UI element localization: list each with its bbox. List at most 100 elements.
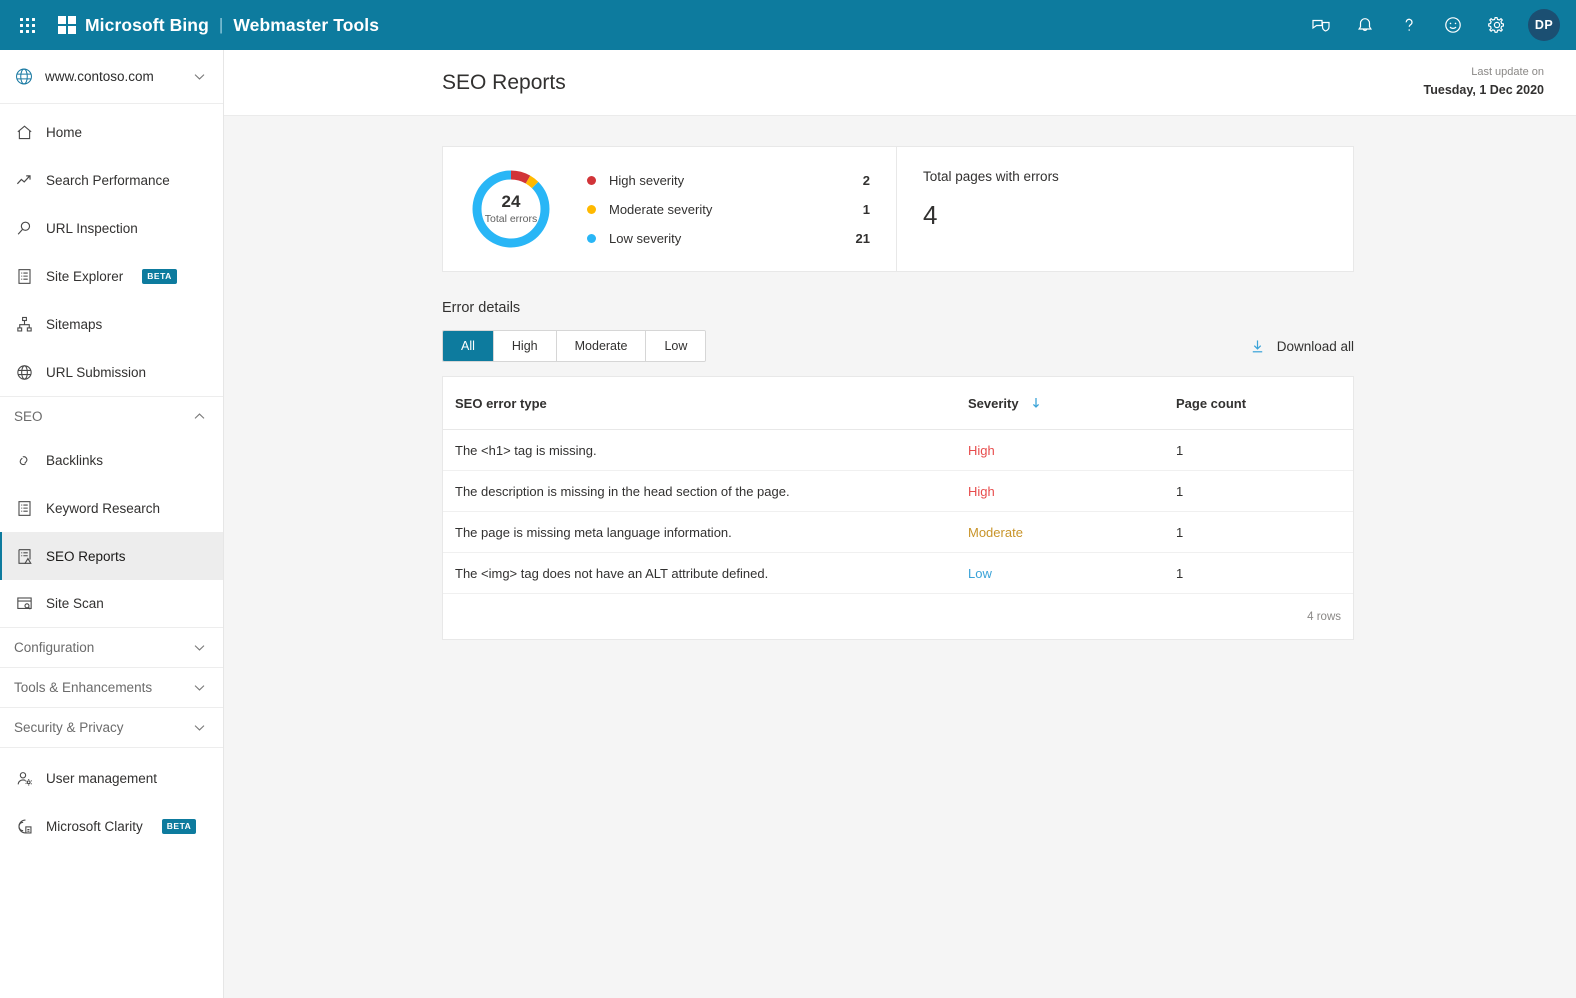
sidebar-item-site-scan[interactable]: Site Scan [0,580,223,628]
primary-nav: Home Search Performance URL Inspection S… [0,104,223,850]
help-icon[interactable] [1388,4,1430,46]
sidebar-item-keyword-research[interactable]: Keyword Research [0,484,223,532]
errors-donut-chart: 24 Total errors [469,167,553,251]
donut-svg [472,170,550,248]
beta-badge: BETA [142,268,177,284]
trend-line-icon [14,170,34,190]
gear-icon[interactable] [1476,4,1518,46]
table-row[interactable]: The description is missing in the head s… [443,471,1353,512]
clarity-icon [14,816,34,836]
waffle-icon [19,17,35,33]
home-icon [14,122,34,142]
sidebar-item-label: Sitemaps [46,316,103,332]
report-warning-icon [14,546,34,566]
avatar[interactable]: DP [1528,9,1560,41]
table-header-row: SEO error type Severity Page count [443,377,1353,430]
sidebar-item-label: User management [46,770,158,786]
top-app-bar: Microsoft Bing | Webmaster Tools DP [0,0,1576,50]
sidebar-item-search-performance[interactable]: Search Performance [0,156,223,204]
brand[interactable]: Microsoft Bing | Webmaster Tools [58,15,379,36]
sidebar-section-seo[interactable]: SEO [0,396,223,436]
sidebar-section-title: Tools & Enhancements [14,680,153,695]
table-row[interactable]: The page is missing meta language inform… [443,512,1353,553]
sidebar-item-label: SEO Reports [46,548,126,564]
filter-tab-all[interactable]: All [443,331,494,361]
sidebar-section-configuration[interactable]: Configuration [0,628,223,668]
sidebar-item-label: Keyword Research [46,500,161,516]
sitemap-icon [14,314,34,334]
sidebar-item-url-inspection[interactable]: URL Inspection [0,204,223,252]
sidebar-item-user-management[interactable]: User management [0,754,223,802]
table-row[interactable]: The <h1> tag is missing. High 1 [443,430,1353,471]
brand-bing-text: Microsoft Bing [85,14,209,35]
sidebar-section-security-privacy[interactable]: Security & Privacy [0,708,223,748]
column-header-severity-label: Severity [968,395,1019,411]
sidebar: www.contoso.com Home Search Performance … [0,50,224,998]
brand-separator: | [218,15,224,34]
app-launcher-button[interactable] [10,8,44,42]
chevron-down-icon [192,720,207,735]
cell-page-count: 1 [1176,442,1184,458]
sidebar-item-sitemaps[interactable]: Sitemaps [0,300,223,348]
sidebar-item-label: Microsoft Clarity [46,818,143,834]
filter-tab-low[interactable]: Low [646,331,706,361]
chevron-up-icon [192,409,207,424]
error-details-toolbar: All High Moderate Low Download all [442,330,1354,362]
scan-window-icon [14,594,34,614]
sidebar-item-label: Search Performance [46,172,170,188]
keyword-document-icon [14,498,34,518]
sidebar-item-label: Backlinks [46,452,104,468]
download-all-button[interactable]: Download all [1249,338,1354,355]
cell-severity: Low [968,565,992,581]
site-name: www.contoso.com [45,69,154,84]
sidebar-item-url-submission[interactable]: URL Submission [0,348,223,396]
error-details-title: Error details [442,300,521,316]
sidebar-item-home[interactable]: Home [0,108,223,156]
sidebar-item-microsoft-clarity[interactable]: Microsoft Clarity BETA [0,802,223,850]
chevron-down-icon [192,69,207,84]
column-header-seo-error-type[interactable]: SEO error type [455,396,968,411]
cell-page-count: 1 [1176,483,1184,499]
cell-page-count: 1 [1176,565,1184,581]
brand-product-text: Webmaster Tools [233,14,380,35]
row-count-label: 4 rows [1307,610,1341,623]
beta-badge: BETA [161,818,197,834]
sidebar-section-title: SEO [14,409,43,424]
sidebar-item-site-explorer[interactable]: Site Explorer BETA [0,252,223,300]
sidebar-section-title: Security & Privacy [14,720,124,735]
legend-value: 2 [862,172,870,188]
cell-error-type: The <img> tag does not have an ALT attri… [455,565,769,581]
cell-error-type: The page is missing meta language inform… [455,524,732,540]
feedback-tag-icon[interactable] [1300,4,1342,46]
page-header: SEO Reports Last update on Tuesday, 1 De… [224,50,1576,116]
cell-severity: High [968,483,995,499]
filter-tab-high[interactable]: High [493,331,557,361]
summary-cards: 24 Total errors High severity 2 Moderate… [442,146,1354,272]
sidebar-item-backlinks[interactable]: Backlinks [0,436,223,484]
errors-summary-card: 24 Total errors High severity 2 Moderate… [442,146,896,272]
download-all-label: Download all [1276,338,1354,354]
table-row[interactable]: The <img> tag does not have an ALT attri… [443,553,1353,594]
filter-tab-moderate[interactable]: Moderate [556,331,647,361]
cell-error-type: The description is missing in the head s… [455,483,790,499]
bell-icon[interactable] [1344,4,1386,46]
cell-error-type: The <h1> tag is missing. [455,442,597,458]
chevron-down-icon [192,640,207,655]
microsoft-logo-icon [58,16,76,34]
last-update-label: Last update on [1471,66,1544,79]
sidebar-section-tools-enhancements[interactable]: Tools & Enhancements [0,668,223,708]
links-icon [14,450,34,470]
column-header-page-count[interactable]: Page count [1176,396,1341,411]
site-selector[interactable]: www.contoso.com [0,50,223,104]
sidebar-item-seo-reports[interactable]: SEO Reports [0,532,223,580]
sidebar-item-label: Site Scan [46,596,104,611]
cell-page-count: 1 [1176,524,1184,540]
main-content: SEO Reports Last update on Tuesday, 1 De… [224,50,1576,998]
column-header-severity[interactable]: Severity [968,396,1176,411]
table-footer: 4 rows [443,594,1353,639]
sort-descending-arrow-icon[interactable] [1029,396,1043,410]
sidebar-item-label: Home [46,124,83,140]
smiley-icon[interactable] [1432,4,1474,46]
error-details-table: SEO error type Severity Page count The <… [442,376,1354,640]
severity-legend: High severity 2 Moderate severity 1 Low … [587,173,870,246]
